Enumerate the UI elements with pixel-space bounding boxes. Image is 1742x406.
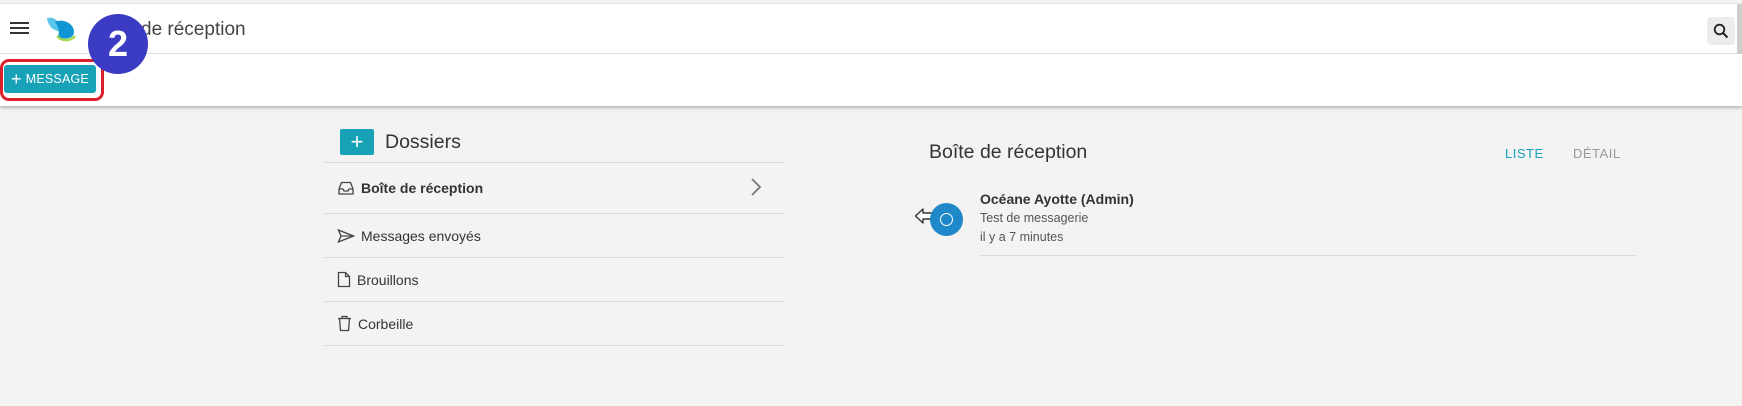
tab-detail[interactable]: DÉTAIL [1573,146,1621,161]
folder-label: Boîte de réception [361,180,484,196]
message-time: il y a 7 minutes [980,230,1064,244]
highlight-annotation [0,59,104,101]
message-sender: Océane Ayotte (Admin) [980,191,1134,207]
tab-list[interactable]: LISTE [1505,146,1544,161]
avatar [930,203,963,236]
folder-item-drafts[interactable]: Brouillons [324,257,784,301]
folder-list: Boîte de réception Messages envoyés Brou… [324,162,784,346]
folder-label: Brouillons [357,271,419,288]
folders-panel: + Dossiers Boîte de réception Messages e… [324,124,784,346]
trash-icon [338,315,351,332]
message-list-item[interactable]: Océane Ayotte (Admin) Test de messagerie… [914,190,1637,256]
search-icon [1713,23,1729,39]
hamburger-icon[interactable] [10,19,34,39]
message-subject: Test de messagerie [980,211,1089,225]
page-title: de réception [141,19,246,40]
folders-title: Dossiers [385,131,461,153]
send-icon [337,228,355,243]
inbox-icon [338,181,354,195]
inbox-title: Boîte de réception [929,141,1088,163]
folder-label: Messages envoyés [361,227,481,244]
message-content: Océane Ayotte (Admin) Test de messagerie… [980,190,1636,256]
action-toolbar: + MESSAGE [0,54,1742,106]
folder-item-sent[interactable]: Messages envoyés [324,213,784,257]
draft-icon [337,271,351,288]
folders-header: + Dossiers [324,124,784,162]
search-button[interactable] [1707,17,1735,45]
step-badge: 2 [88,14,148,74]
add-folder-button[interactable]: + [340,129,374,155]
chevron-right-icon [751,178,762,196]
top-app-bar: de réception [0,3,1742,55]
folder-item-trash[interactable]: Corbeille [324,301,784,345]
scrollbar[interactable] [1737,4,1742,55]
folder-item-inbox[interactable]: Boîte de réception [324,162,784,213]
app-logo [47,17,76,42]
folder-label: Corbeille [358,315,414,332]
